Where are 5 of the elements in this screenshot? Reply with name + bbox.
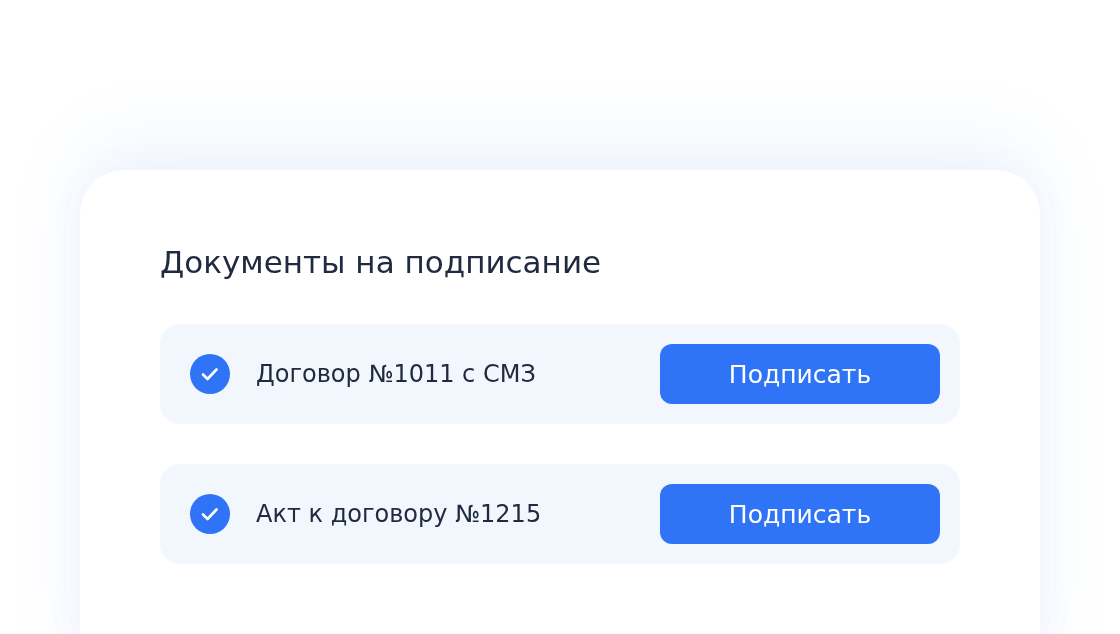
document-name: Договор №1011 с СМЗ bbox=[256, 360, 537, 388]
sign-button[interactable]: Подписать bbox=[660, 344, 940, 404]
section-title: Документы на подписание bbox=[160, 243, 603, 282]
document-name: Акт к договору №1215 bbox=[256, 500, 543, 528]
sign-button[interactable]: Подписать bbox=[660, 484, 940, 544]
